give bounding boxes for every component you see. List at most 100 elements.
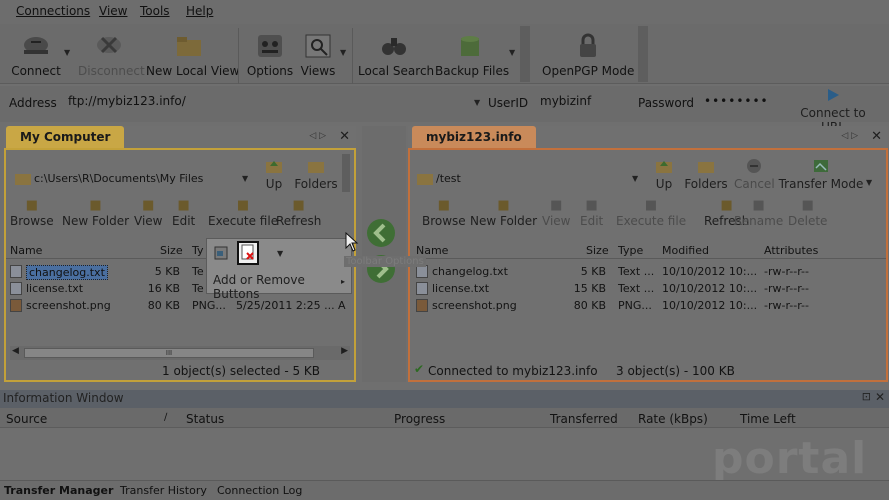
popup-dropdown-icon[interactable]: ▼ [277,249,283,258]
tab-my-computer[interactable]: My Computer [6,126,125,148]
path-dropdown-icon[interactable]: ▼ [242,174,248,183]
menu-connections[interactable]: Connections [16,4,90,18]
folders-button[interactable]: Folders [294,158,338,194]
tool-icon: ■ [644,198,658,213]
tool-icon: ■ [550,198,563,213]
column-attributes[interactable]: Attributes [764,244,818,257]
options-button[interactable]: Options [245,30,295,82]
path-dropdown-icon[interactable]: ▼ [632,174,638,183]
tool-view-button[interactable]: ■ View [542,198,570,234]
transfer-mode-dropdown-icon[interactable]: ▼ [866,178,872,187]
menu-bar: Connections View Tools Help [0,0,889,24]
scroll-thumb[interactable]: III [24,348,314,358]
local-search-button[interactable]: Local Search [358,30,434,82]
pane-nav-arrows-icon[interactable]: ◁ ▷ [841,131,858,141]
backup-files-button[interactable]: Backup Files [435,30,509,82]
disconnect-button[interactable]: Disconnect [78,30,145,82]
menu-tools[interactable]: Tools [140,4,170,18]
openpgp-mode-button[interactable]: OpenPGP Mode [542,30,634,82]
up-folder-icon [656,161,672,173]
tool-new-folder-button[interactable]: ■ New Folder [62,198,129,234]
check-icon: ✔ [414,362,425,376]
tool-edit-button[interactable]: ■ Edit [580,198,603,234]
left-toolbar-grip[interactable] [342,154,350,192]
toolbar-grip-2[interactable] [638,26,648,82]
tool-refresh-button[interactable]: ■ Refresh [276,198,321,234]
delete-file-icon[interactable] [237,241,259,265]
up-button[interactable]: Up [262,158,286,194]
tool-icon: ■ [177,198,190,213]
local-path-input[interactable]: c:\Users\R\Documents\My Files [34,172,203,185]
folders-icon [698,162,714,173]
pane-nav-arrows-icon[interactable]: ◁ ▷ [309,131,326,141]
views-button[interactable]: Views [298,30,338,82]
password-input[interactable]: •••••••• [704,94,769,108]
add-remove-buttons-item[interactable]: Add or Remove Buttons [213,273,351,301]
transfer-mode-button[interactable]: Transfer Mode [778,158,864,194]
address-dropdown-icon[interactable]: ▼ [474,98,480,107]
tab-remote-site[interactable]: mybiz123.info [412,126,536,148]
column-progress[interactable]: Progress [394,412,445,426]
connect-button[interactable]: Connect [8,30,64,82]
toolbar-options-tooltip: Toolbar Options [344,256,426,267]
up-button[interactable]: Up [652,158,676,194]
app-window: Connections View Tools Help Connect ▼ Di… [0,0,889,500]
tool-execute-file-button[interactable]: ■ Execute file [616,198,686,234]
tab-connection-log[interactable]: Connection Log [217,484,302,497]
new-local-view-button[interactable]: New Local View [146,30,239,82]
close-icon[interactable]: ✕ [871,129,882,144]
column-modified[interactable]: Modified [662,244,709,257]
pin-icon[interactable]: ⊡ [862,390,871,403]
file-icon [10,282,22,295]
toolbar-grip[interactable] [520,26,530,82]
tool-new-folder-button[interactable]: ■ New Folder [470,198,537,234]
tab-transfer-manager[interactable]: Transfer Manager [4,484,113,497]
folder-icon [177,37,201,56]
transfer-left-arrow-icon[interactable] [366,218,396,248]
column-status[interactable]: Status [186,412,224,426]
address-input[interactable]: ftp://mybiz123.info/ [68,94,186,108]
table-row[interactable]: screenshot.png 80 KB PNG... 10/10/2012 10:.… [410,298,884,314]
tool-rename-button[interactable]: ■ Rename [734,198,783,234]
toolbar-options-popup: ▼ Add or Remove Buttons ▸ [206,238,352,301]
remote-pane-body: /test ▼ Up Folders Cancel Transfer Mode … [408,148,888,382]
view-icon[interactable] [213,245,229,261]
close-icon[interactable]: ✕ [875,390,885,404]
column-type[interactable]: Type [618,244,643,257]
table-row[interactable]: changelog.txt 5 KB Text ... 10/10/2012 10:.… [410,264,884,280]
tool-view-button[interactable]: ■ View [134,198,162,234]
column-time-left[interactable]: Time Left [740,412,796,426]
column-type[interactable]: Ty [192,244,204,257]
close-icon[interactable]: ✕ [339,129,350,144]
tool-icon: ■ [89,198,102,213]
column-size[interactable]: Size [160,244,183,257]
tool-browse-button[interactable]: ■ Browse [10,198,54,234]
column-transferred[interactable]: Transferred [550,412,618,426]
cancel-icon [747,159,761,173]
menu-help[interactable]: Help [186,4,213,18]
folders-button[interactable]: Folders [684,158,728,194]
connect-to-url-button[interactable]: Connect to URL [788,88,878,134]
connect-dropdown-icon[interactable]: ▼ [64,48,70,57]
menu-view[interactable]: View [99,4,127,18]
column-rate-kbps-[interactable]: Rate (kBps) [638,412,708,426]
backup-icon [461,36,479,56]
tool-edit-button[interactable]: ■ Edit [172,198,195,234]
tab-transfer-history[interactable]: Transfer History [120,484,207,497]
cancel-button[interactable]: Cancel [734,158,775,194]
column-name[interactable]: Name [10,244,42,257]
remote-path-input[interactable]: /test [436,172,461,185]
column-size[interactable]: Size [586,244,609,257]
folder-icon [417,174,433,185]
views-dropdown-icon[interactable]: ▼ [340,48,346,57]
tool-browse-button[interactable]: ■ Browse [422,198,466,234]
tool-delete-button[interactable]: ■ Delete [788,198,827,234]
tool-execute-file-button[interactable]: ■ Execute file [208,198,278,234]
file-icon [416,299,428,312]
column-source[interactable]: Source [6,412,47,426]
userid-input[interactable]: mybizinf [540,94,591,108]
horizontal-scrollbar[interactable]: ◀ III ▶ [10,346,350,360]
backup-dropdown-icon[interactable]: ▼ [509,48,515,57]
table-row[interactable]: license.txt 15 KB Text ... 10/10/2012 10:..… [410,281,884,297]
up-folder-icon [266,161,282,173]
